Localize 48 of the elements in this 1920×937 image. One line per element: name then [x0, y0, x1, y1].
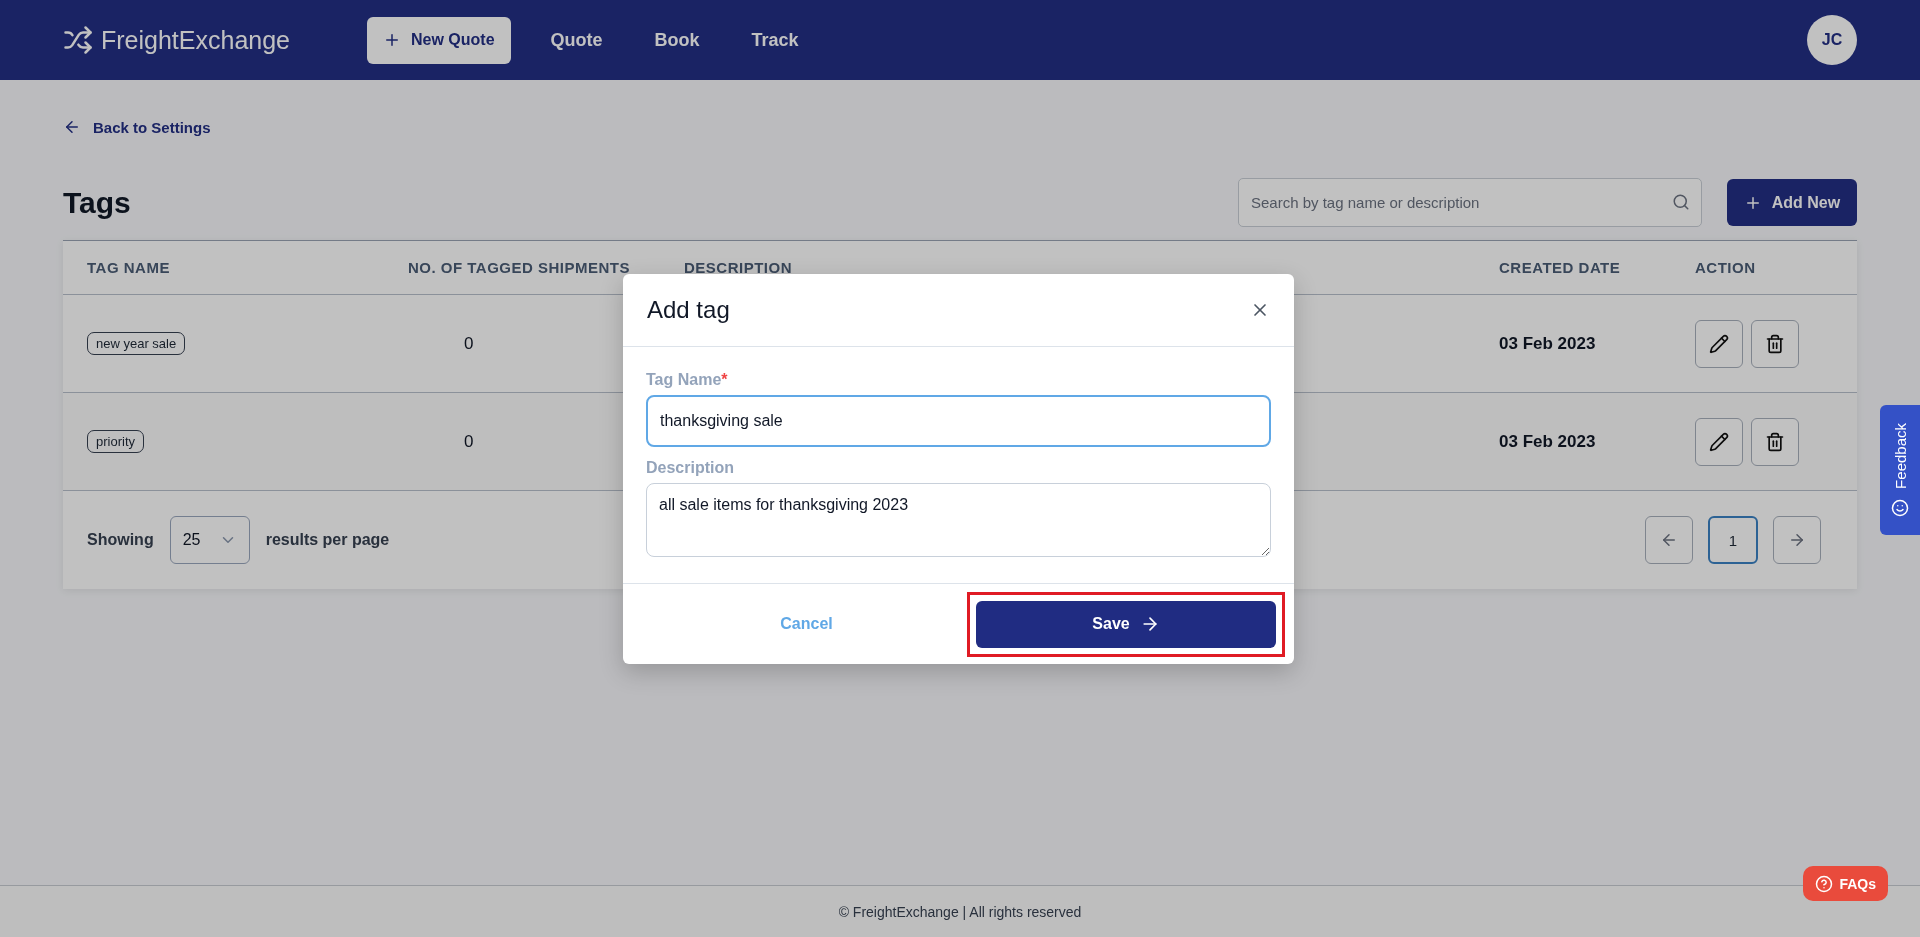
- showing-label: Showing: [87, 531, 154, 549]
- add-new-button[interactable]: Add New: [1727, 179, 1857, 226]
- page-title: Tags: [63, 185, 131, 220]
- input-field[interactable]: thanksgiving sale: [646, 395, 1271, 447]
- tag-chip: priority: [87, 430, 144, 453]
- tag-chip: new year sale: [87, 332, 186, 355]
- table-cell-text: 0: [463, 333, 475, 354]
- back-link[interactable]: Back to Settings: [63, 118, 211, 136]
- trash-icon: [1765, 431, 1785, 452]
- page-button[interactable]: 1: [1708, 516, 1758, 564]
- column-header: TAG NAME: [87, 259, 171, 276]
- table-cell-text: 03 Feb 2023: [1499, 431, 1597, 452]
- new-quote-button[interactable]: New Quote: [367, 16, 511, 64]
- field-label: Tag Name*: [646, 371, 729, 389]
- search-field[interactable]: Search by tag name or description: [1238, 178, 1702, 227]
- copyright-text: © FreightExchange | All rights reserved: [838, 903, 1082, 920]
- per-page-label: results per page: [265, 531, 390, 549]
- user-avatar[interactable]: JC: [1807, 15, 1857, 65]
- text-area[interactable]: all sale items for thanksgiving 2023: [646, 483, 1271, 557]
- pencil-icon: [1709, 333, 1729, 354]
- shuffle-icon: [63, 25, 93, 55]
- faq-button[interactable]: FAQs: [1803, 866, 1888, 901]
- edit-button[interactable]: [1695, 319, 1743, 368]
- nav-link[interactable]: Track: [751, 29, 799, 51]
- column-header: ACTION: [1695, 259, 1757, 276]
- table-cell-text: 0: [463, 431, 475, 452]
- column-header: NO. OF TAGGED SHIPMENTS: [406, 259, 632, 276]
- column-header: CREATED DATE: [1499, 259, 1622, 276]
- logo-text: FreightExchange: [101, 25, 290, 55]
- field-label: Description: [646, 459, 735, 477]
- nav-link[interactable]: Quote: [550, 29, 603, 51]
- table-cell-text: 03 Feb 2023: [1499, 333, 1597, 354]
- plus-icon: [383, 31, 401, 49]
- column-header: DESCRIPTION: [684, 259, 793, 276]
- delete-button[interactable]: [1751, 319, 1799, 368]
- edit-button[interactable]: [1695, 417, 1743, 466]
- arrow-right-icon: [1788, 531, 1806, 549]
- nav-link[interactable]: Book: [654, 29, 700, 51]
- search-icon: [1672, 193, 1690, 211]
- page-size-select[interactable]: 25: [169, 516, 250, 564]
- feedback-tab[interactable]: Feedback: [1880, 405, 1920, 535]
- delete-button[interactable]: [1751, 417, 1799, 466]
- trash-icon: [1765, 333, 1785, 354]
- dialog-title: Add tag: [647, 296, 730, 324]
- smiley-icon: [1891, 498, 1909, 517]
- pencil-icon: [1709, 431, 1729, 452]
- save-button[interactable]: Save: [976, 600, 1276, 648]
- help-icon: [1815, 874, 1834, 893]
